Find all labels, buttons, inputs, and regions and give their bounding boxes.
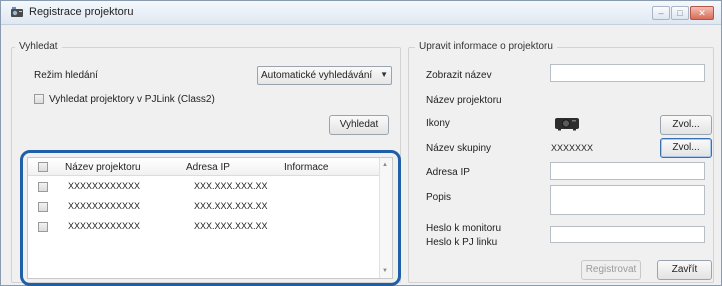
search-mode-label: Režim hledání [34,70,98,81]
pjlink-search-label: Vyhledat projektory v PJLink (Class2) [49,94,215,105]
title-bar[interactable]: Registrace projektoru – □ ✕ [1,1,721,25]
monitor-password-field[interactable] [550,226,705,243]
projector-icon [555,118,579,131]
choose-icon-button[interactable]: Zvol... [660,115,712,135]
search-button[interactable]: Vyhledat [329,115,389,135]
pjlink-search-checkbox[interactable] [34,94,44,104]
chevron-down-icon: ▼ [380,70,388,79]
window-title: Registrace projektoru [29,6,134,18]
projector-app-icon [11,7,23,17]
display-name-field[interactable] [550,64,705,82]
maximize-button[interactable]: □ [671,6,689,20]
list-highlight-frame [20,150,401,286]
minimize-button[interactable]: – [652,6,670,20]
choose-group-button[interactable]: Zvol... [660,138,712,158]
projector-name-label: Název projektoru [426,95,502,106]
pjlink-password-label: Heslo k PJ linku [426,237,498,248]
search-group-title: Vyhledat [15,41,62,52]
description-label: Popis [426,192,452,203]
ip-address-field[interactable] [550,162,705,180]
ip-address-label: Adresa IP [426,167,470,178]
search-mode-value: Automatické vyhledávání [261,70,373,81]
icons-label: Ikony [426,118,450,129]
close-window-button[interactable]: ✕ [690,6,714,20]
monitor-password-label: Heslo k monitoru [426,223,502,234]
search-mode-select[interactable]: Automatické vyhledávání ▼ [257,66,392,85]
group-name-value: XXXXXXX [551,143,594,153]
display-name-label: Zobrazit název [426,70,492,81]
register-button[interactable]: Registrovat [581,260,641,280]
group-name-label: Název skupiny [426,143,492,154]
close-button[interactable]: Zavřít [657,260,712,280]
edit-info-group-title: Upravit informace o projektoru [415,41,557,52]
projector-registration-window: Registrace projektoru – □ ✕ Vyhledat Rež… [0,0,722,286]
description-field[interactable] [550,185,705,215]
